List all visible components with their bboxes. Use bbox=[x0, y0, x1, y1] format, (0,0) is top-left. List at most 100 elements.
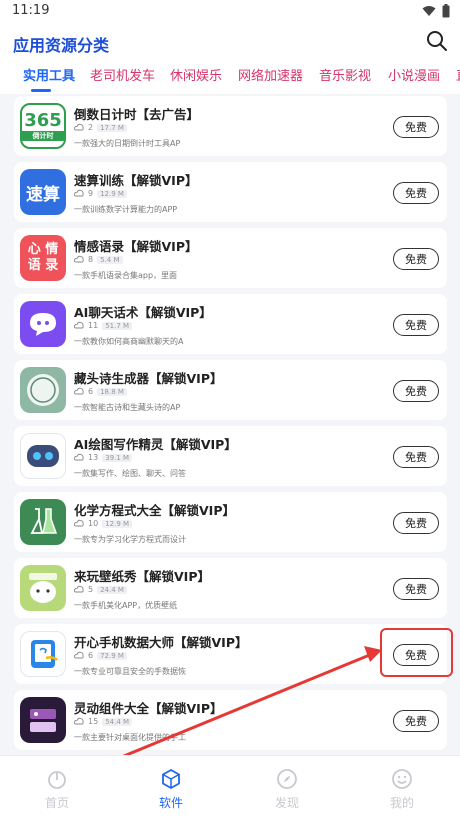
list-item[interactable]: 心 情语 录 情感语录【解锁VIP】 8 5.4 M 一款手机语录合集app，里… bbox=[14, 228, 447, 288]
app-description: 一款专为学习化学方程式而设计 bbox=[74, 535, 186, 544]
app-icon bbox=[20, 367, 66, 413]
app-meta: 13 39.1 M bbox=[74, 453, 133, 462]
file-size: 54.4 M bbox=[102, 717, 133, 726]
cartoon-icon bbox=[29, 573, 57, 603]
file-size: 5.4 M bbox=[97, 255, 123, 264]
free-button[interactable]: 免费 bbox=[393, 248, 439, 270]
app-icon bbox=[20, 301, 66, 347]
tab-casual[interactable]: 休闲娱乐 bbox=[170, 65, 222, 84]
list-item[interactable]: 灵动组件大全【解锁VIP】 15 54.4 M 一款主要针对桌面化提供的手工 免… bbox=[14, 690, 447, 750]
file-size: 18.8 M bbox=[97, 387, 127, 396]
tab-vpn[interactable]: 网络加速器 bbox=[238, 65, 303, 84]
file-size: 24.4 M bbox=[97, 585, 127, 594]
app-icon: 心 情语 录 bbox=[20, 235, 66, 281]
cloud-download-icon bbox=[74, 519, 84, 527]
download-count: 11 bbox=[88, 321, 99, 330]
app-description: 一款集写作、绘图、聊天、问答 bbox=[74, 469, 186, 478]
download-count: 6 bbox=[88, 651, 94, 660]
tab-media[interactable]: 音乐影视 bbox=[319, 65, 371, 84]
bottom-nav: 首页 软件 发现 我的 bbox=[0, 755, 460, 819]
cloud-download-icon bbox=[74, 453, 84, 461]
app-icon bbox=[20, 697, 66, 743]
search-icon[interactable] bbox=[426, 30, 448, 52]
page-title: 应用资源分类 bbox=[13, 36, 110, 55]
nav-home[interactable]: 首页 bbox=[27, 768, 87, 811]
cloud-download-icon bbox=[74, 321, 84, 329]
cloud-download-icon bbox=[74, 123, 84, 131]
list-item[interactable]: 藏头诗生成器【解锁VIP】 6 18.8 M 一款智能古诗和生藏头诗的AP 免费 bbox=[14, 360, 447, 420]
app-icon bbox=[20, 631, 66, 677]
tab-novels[interactable]: 小说漫画 bbox=[388, 65, 440, 84]
app-icon bbox=[20, 433, 66, 479]
app-name: 倒数日计时【去广告】 bbox=[74, 107, 200, 122]
free-button[interactable]: 免费 bbox=[393, 182, 439, 204]
nav-home-label: 首页 bbox=[44, 796, 69, 810]
download-count: 6 bbox=[88, 387, 94, 396]
cloud-download-icon bbox=[74, 387, 84, 395]
download-count: 9 bbox=[88, 189, 94, 198]
app-meta: 5 24.4 M bbox=[74, 585, 127, 594]
app-name: 开心手机数据大师【解锁VIP】 bbox=[74, 635, 248, 650]
list-item[interactable]: 化学方程式大全【解锁VIP】 10 12.9 M 一款专为学习化学方程式而设计 … bbox=[14, 492, 447, 552]
app-description: 一款专业可靠且安全的手数据恢 bbox=[74, 667, 186, 676]
wifi-icon bbox=[422, 6, 436, 16]
file-size: 72.9 M bbox=[97, 651, 127, 660]
app-name: 情感语录【解锁VIP】 bbox=[74, 239, 198, 254]
battery-icon bbox=[442, 4, 450, 18]
download-count: 5 bbox=[88, 585, 94, 594]
file-size: 51.7 M bbox=[102, 321, 133, 330]
app-icon: 365 倒计时 bbox=[20, 103, 66, 149]
tab-utility[interactable]: 实用工具 bbox=[23, 65, 75, 84]
widget-icon bbox=[30, 709, 56, 732]
app-meta: 6 18.8 M bbox=[74, 387, 127, 396]
app-meta: 15 54.4 M bbox=[74, 717, 133, 726]
app-description: 一款智能古诗和生藏头诗的AP bbox=[74, 403, 181, 412]
app-icon bbox=[20, 565, 66, 611]
file-size: 17.7 M bbox=[97, 123, 127, 132]
app-name: 来玩壁纸秀【解锁VIP】 bbox=[74, 569, 210, 584]
status-time: 11:19 bbox=[12, 3, 50, 18]
list-item[interactable]: 速算 速算训练【解锁VIP】 9 12.9 M 一款训练数学计算能力的APP 免… bbox=[14, 162, 447, 222]
free-button[interactable]: 免费 bbox=[393, 314, 439, 336]
free-button[interactable]: 免费 bbox=[393, 116, 439, 138]
nav-mine[interactable]: 我的 bbox=[372, 768, 432, 811]
free-button[interactable]: 免费 bbox=[393, 380, 439, 402]
free-button[interactable]: 免费 bbox=[393, 446, 439, 468]
cloud-download-icon bbox=[74, 717, 84, 725]
cube-icon bbox=[162, 768, 180, 790]
list-item[interactable]: AI聊天话术【解锁VIP】 11 51.7 M 一款教你如何高商幽默聊天的A 免… bbox=[14, 294, 447, 354]
file-size: 39.1 M bbox=[102, 453, 133, 462]
tab-driver[interactable]: 老司机发车 bbox=[90, 65, 155, 84]
category-tabs: 实用工具 老司机发车 休闲娱乐 网络加速器 音乐影视 小说漫画 直 bbox=[0, 60, 460, 94]
nav-software[interactable]: 软件 bbox=[141, 768, 201, 811]
smile-icon bbox=[392, 769, 412, 789]
tab-indicator bbox=[31, 89, 51, 92]
file-size: 12.9 M bbox=[102, 519, 133, 528]
app-description: 一款教你如何高商幽默聊天的A bbox=[74, 337, 184, 346]
list-item[interactable]: 来玩壁纸秀【解锁VIP】 5 24.4 M 一款手机美化APP，优质壁纸 免费 bbox=[14, 558, 447, 618]
app-description: 一款主要针对桌面化提供的手工 bbox=[74, 733, 186, 742]
list-item[interactable]: 365 倒计时 倒数日计时【去广告】 2 17.7 M 一款强大的日期倒计时工具… bbox=[14, 96, 447, 156]
app-description: 一款训练数学计算能力的APP bbox=[74, 205, 178, 214]
cloud-download-icon bbox=[74, 189, 84, 197]
compass-icon bbox=[277, 769, 297, 789]
nav-discover-label: 发现 bbox=[274, 796, 299, 810]
status-icons bbox=[422, 4, 450, 18]
app-meta: 10 12.9 M bbox=[74, 519, 133, 528]
app-name: AI聊天话术【解锁VIP】 bbox=[74, 305, 212, 320]
tab-more[interactable]: 直 bbox=[456, 65, 460, 84]
free-button[interactable]: 免费 bbox=[393, 512, 439, 534]
download-count: 15 bbox=[88, 717, 99, 726]
free-button[interactable]: 免费 bbox=[393, 710, 439, 732]
nav-discover[interactable]: 发现 bbox=[257, 768, 317, 811]
app-meta: 8 5.4 M bbox=[74, 255, 123, 264]
app-name: 藏头诗生成器【解锁VIP】 bbox=[74, 371, 223, 386]
poem-seal-icon bbox=[27, 374, 59, 406]
free-button[interactable]: 免费 bbox=[393, 578, 439, 600]
home-icon bbox=[48, 771, 66, 789]
download-count: 8 bbox=[88, 255, 94, 264]
app-name: 灵动组件大全【解锁VIP】 bbox=[74, 701, 223, 716]
app-icon-label: 心 情语 录 bbox=[27, 242, 59, 273]
list-item[interactable]: AI绘图写作精灵【解锁VIP】 13 39.1 M 一款集写作、绘图、聊天、问答… bbox=[14, 426, 447, 486]
nav-software-label: 软件 bbox=[158, 796, 183, 810]
